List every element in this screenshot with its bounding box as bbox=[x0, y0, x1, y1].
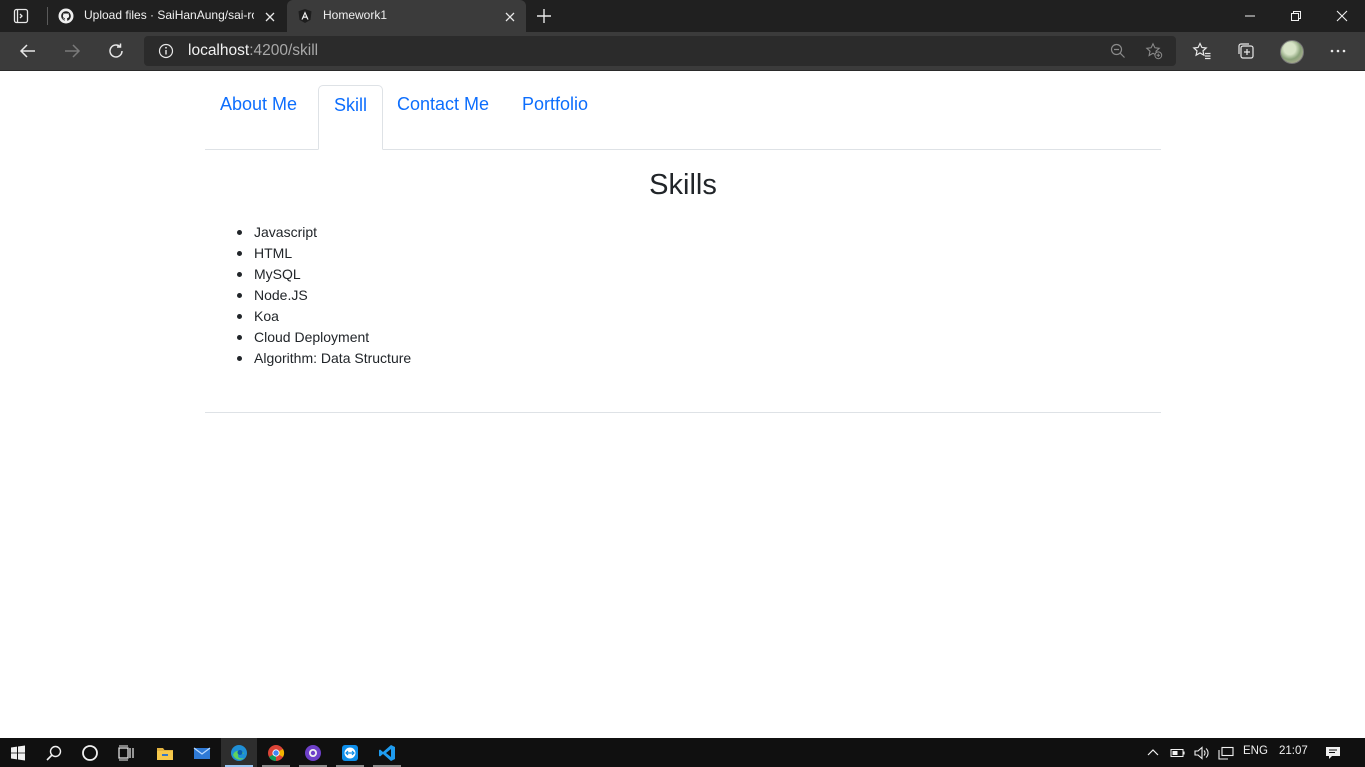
windows-taskbar: ENG 21:07 bbox=[0, 738, 1365, 767]
network-icon[interactable] bbox=[1214, 738, 1238, 767]
more-options-icon[interactable] bbox=[1328, 41, 1348, 61]
zoom-out-icon[interactable] bbox=[1110, 43, 1126, 59]
skill-item: Cloud Deployment bbox=[236, 327, 411, 348]
site-info-icon[interactable] bbox=[158, 43, 174, 59]
search-icon[interactable] bbox=[36, 738, 72, 767]
nav-tab-skill[interactable]: Skill bbox=[318, 85, 384, 150]
skill-item: Algorithm: Data Structure bbox=[236, 348, 411, 369]
close-tab-icon[interactable] bbox=[503, 9, 517, 23]
cortana-icon[interactable] bbox=[72, 738, 108, 767]
taskbar-clock[interactable]: 21:07 bbox=[1279, 745, 1308, 757]
tab-title: Upload files · SaiHanAung/sai-ro bbox=[84, 8, 254, 22]
angular-icon bbox=[297, 8, 313, 24]
volume-icon[interactable] bbox=[1190, 738, 1214, 767]
tab-title: Homework1 bbox=[323, 8, 388, 22]
address-host: localhost bbox=[188, 42, 250, 59]
action-center-icon[interactable] bbox=[1318, 738, 1348, 767]
tab-actions-icon[interactable] bbox=[12, 7, 30, 25]
file-explorer-icon[interactable] bbox=[147, 738, 183, 767]
content-container: About Me Skill Contact Me Portfolio Skil… bbox=[205, 71, 1161, 413]
skill-item: Koa bbox=[236, 306, 411, 327]
input-language-indicator[interactable]: ENG bbox=[1243, 745, 1268, 757]
task-view-icon[interactable] bbox=[108, 738, 144, 767]
page-title: Skills bbox=[649, 169, 717, 201]
nav-tab-contact-me[interactable]: Contact Me bbox=[382, 85, 504, 150]
windows-start-icon[interactable] bbox=[0, 738, 36, 767]
show-hidden-icons-icon[interactable] bbox=[1141, 738, 1165, 767]
browser-tab-github[interactable]: Upload files · SaiHanAung/sai-ro bbox=[48, 0, 286, 32]
edge-icon[interactable] bbox=[221, 738, 257, 767]
favorites-icon[interactable] bbox=[1192, 41, 1212, 61]
content-divider bbox=[205, 412, 1161, 413]
browser-tab-strip: Upload files · SaiHanAung/sai-ro Homewor… bbox=[0, 0, 1365, 32]
skill-item: MySQL bbox=[236, 264, 411, 285]
skill-item: Node.JS bbox=[236, 285, 411, 306]
close-tab-icon[interactable] bbox=[263, 9, 277, 23]
address-path: :4200/skill bbox=[249, 42, 319, 59]
refresh-icon[interactable] bbox=[106, 41, 126, 61]
collections-icon[interactable] bbox=[1236, 41, 1256, 61]
address-bar[interactable]: localhost:4200/skill bbox=[144, 36, 1176, 66]
chrome-icon[interactable] bbox=[258, 738, 294, 767]
back-icon[interactable] bbox=[18, 41, 38, 61]
mail-icon[interactable] bbox=[184, 738, 220, 767]
address-url[interactable]: localhost:4200/skill bbox=[188, 42, 318, 60]
github-desktop-icon[interactable] bbox=[295, 738, 331, 767]
profile-avatar[interactable] bbox=[1280, 40, 1304, 64]
close-window-icon[interactable] bbox=[1319, 0, 1365, 32]
battery-icon[interactable] bbox=[1166, 738, 1190, 767]
vscode-icon[interactable] bbox=[369, 738, 405, 767]
github-icon bbox=[58, 8, 74, 24]
skill-item: HTML bbox=[236, 243, 411, 264]
restore-icon[interactable] bbox=[1273, 0, 1319, 32]
browser-tab-homework1[interactable]: Homework1 bbox=[287, 0, 526, 32]
teamviewer-icon[interactable] bbox=[332, 738, 368, 767]
page-viewport: About Me Skill Contact Me Portfolio Skil… bbox=[0, 71, 1365, 738]
add-favorite-icon[interactable] bbox=[1145, 42, 1163, 60]
forward-icon[interactable] bbox=[62, 41, 82, 61]
nav-tab-about-me[interactable]: About Me bbox=[205, 85, 312, 150]
site-nav-tabs: About Me Skill Contact Me Portfolio bbox=[205, 71, 1161, 150]
skills-list: Javascript HTML MySQL Node.JS Koa Cloud … bbox=[236, 222, 411, 369]
browser-toolbar: localhost:4200/skill bbox=[0, 32, 1365, 71]
new-tab-icon[interactable] bbox=[535, 7, 553, 25]
skill-item: Javascript bbox=[236, 222, 411, 243]
nav-tab-portfolio[interactable]: Portfolio bbox=[507, 85, 603, 150]
minimize-icon[interactable] bbox=[1227, 0, 1273, 32]
